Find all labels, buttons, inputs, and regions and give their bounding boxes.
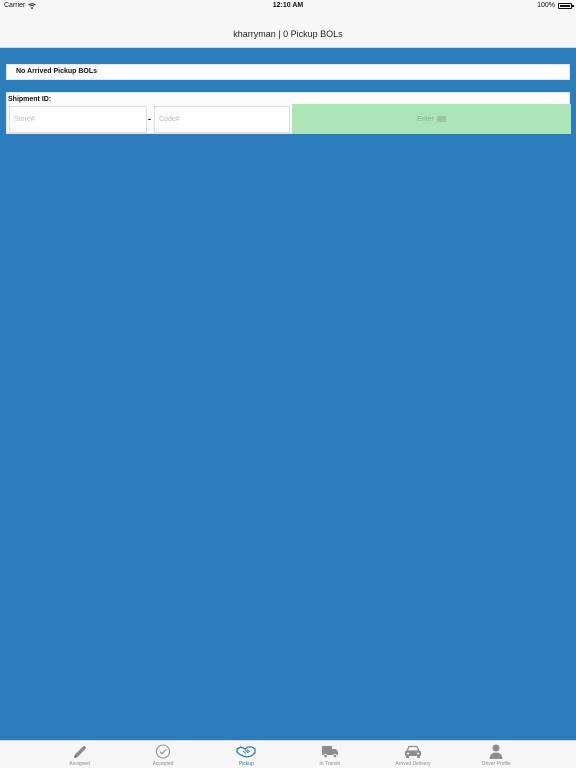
status-time: 12:10 AM xyxy=(272,2,304,9)
tab-pickup[interactable]: Pickup xyxy=(205,741,288,768)
battery-percent: 100% xyxy=(537,2,555,9)
navigation-bar: kharryman | 0 Pickup BOLs xyxy=(0,12,576,48)
shipment-id-label: Shipment ID: xyxy=(8,96,52,103)
tab-label: Arrived Delivery xyxy=(395,761,431,767)
tab-accepted[interactable]: Accepted xyxy=(121,741,204,768)
handshake-icon xyxy=(236,746,256,758)
tab-bar: Assigned Accepted Pickup In Transit Arri… xyxy=(0,740,576,768)
page-title: kharryman | 0 Pickup BOLs xyxy=(233,29,343,39)
check-circle-icon xyxy=(155,744,171,759)
tab-label: Driver Profile xyxy=(481,761,511,767)
pencil-icon xyxy=(73,745,87,758)
arrived-pickup-bols-banner: No Arrived Pickup BOLs xyxy=(6,64,570,80)
tab-label: In Transit xyxy=(319,761,340,767)
battery-indicator: 100% xyxy=(537,2,574,9)
tab-label: Accepted xyxy=(152,761,174,767)
tab-label: Pickup xyxy=(238,761,254,767)
battery-icon xyxy=(558,2,574,9)
status-bar: Carrier 12:10 AM 100% xyxy=(0,0,576,12)
shipment-id-form: Shipment ID: Store# - Code# Enter xyxy=(6,92,571,134)
shipment-id-separator: - xyxy=(148,114,151,124)
tab-driver-profile[interactable]: Driver Profile xyxy=(455,741,538,768)
car-icon xyxy=(404,745,421,758)
tab-assigned[interactable]: Assigned xyxy=(38,741,121,768)
enter-button-label: Enter xyxy=(417,115,434,123)
person-icon xyxy=(489,744,503,759)
code-input[interactable]: Code# xyxy=(154,106,290,133)
tab-in-transit[interactable]: In Transit xyxy=(288,741,371,768)
keyboard-icon xyxy=(436,116,446,122)
arrived-message: No Arrived Pickup BOLs xyxy=(16,68,98,75)
truck-icon xyxy=(321,746,338,759)
tab-arrived-delivery[interactable]: Arrived Delivery xyxy=(371,741,454,768)
tab-label: Assigned xyxy=(69,761,90,767)
enter-button[interactable]: Enter xyxy=(292,104,571,134)
store-number-input[interactable]: Store# xyxy=(9,106,147,133)
